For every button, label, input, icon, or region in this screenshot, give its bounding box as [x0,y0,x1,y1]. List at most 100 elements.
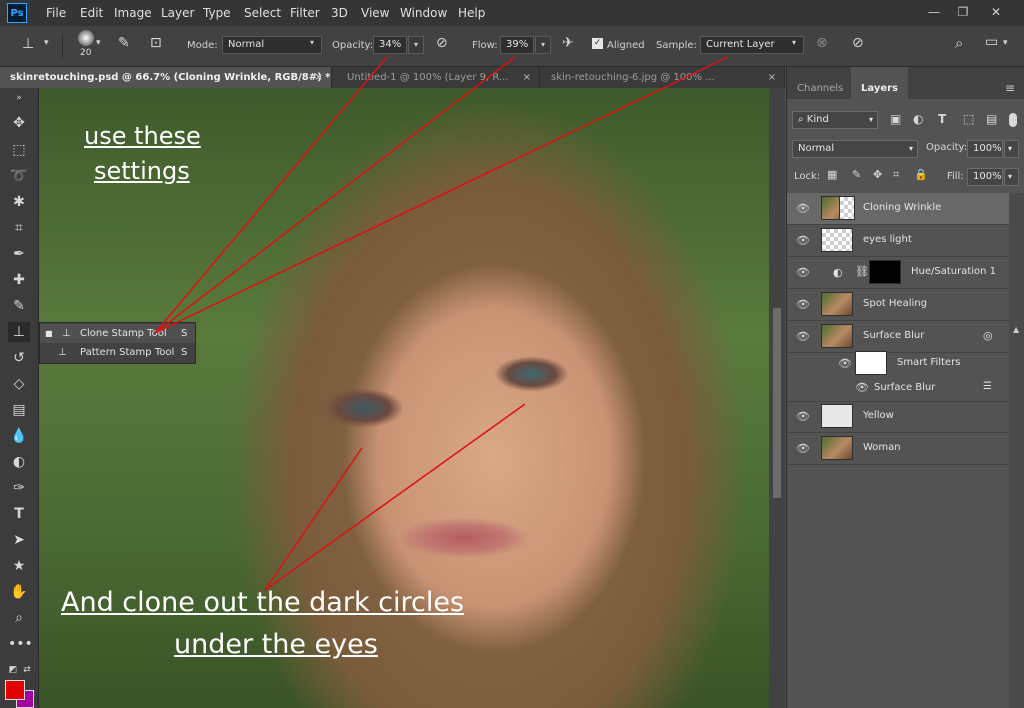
scroll-thumb[interactable] [773,308,781,498]
menu-image[interactable]: Image [114,6,152,20]
tab-channels[interactable]: Channels [787,67,853,99]
tab-skin-retouching-6[interactable]: skin-retouching-6.jpg @ 100% ... × [541,67,785,88]
restore-button[interactable]: ❐ [952,2,974,22]
layer-filter-select[interactable]: ⌕ Kind ▾ [792,111,878,129]
aligned-checkbox[interactable]: ✓ [592,38,603,49]
fill-dropdown[interactable]: ▾ [1004,168,1019,186]
close-button[interactable]: ✕ [985,2,1007,22]
document-canvas[interactable]: use these settings And clone out the dar… [39,88,769,708]
close-icon[interactable]: × [768,67,776,88]
vertical-scrollbar[interactable] [769,88,785,708]
menu-file[interactable]: File [46,6,66,20]
pen-tool-icon[interactable]: ✑ [8,478,30,498]
lock-all-icon[interactable]: 🔒 [914,168,928,181]
layer-row[interactable]: 👁 ◐ ⛓ Hue/Saturation 1 [787,257,1009,289]
menu-select[interactable]: Select [244,6,281,20]
layer-row[interactable]: 👁 Woman [787,433,1009,465]
opacity-dropdown[interactable]: ▾ [1004,140,1019,158]
ignore-adjustment-icon[interactable]: ⊗ [816,35,828,51]
menu-type[interactable]: Type [203,6,231,20]
chevron-down-icon[interactable]: ▾ [44,38,49,48]
clone-source-icon[interactable]: ⊡ [150,35,162,51]
eraser-tool-icon[interactable]: ◇ [8,374,30,394]
chevron-down-icon[interactable]: ▾ [96,38,101,48]
chevron-down-icon[interactable]: ▾ [1003,38,1008,48]
close-icon[interactable]: × [315,67,323,88]
filter-shape-icon[interactable]: ⬚ [963,112,974,126]
visibility-eye-icon[interactable]: 👁 [838,357,852,370]
tab-layers[interactable]: Layers [851,67,908,99]
menu-edit[interactable]: Edit [80,6,103,20]
gradient-tool-icon[interactable]: ▤ [8,400,30,420]
brush-settings-icon[interactable]: ✎ [118,35,130,51]
opacity-input[interactable]: 34% [373,36,407,54]
layer-opacity-input[interactable]: 100% [967,140,1003,158]
zoom-tool-icon[interactable]: ⌕ [8,608,30,628]
brush-tool-icon[interactable]: ✎ [8,296,30,316]
collapse-icon[interactable]: » [8,88,30,108]
marquee-tool-icon[interactable]: ⬚ [8,140,30,160]
mode-select[interactable]: Normal [222,36,322,54]
smart-filter-row[interactable]: 👁 Surface Blur ☰ [787,377,1009,402]
flow-dropdown[interactable]: ▾ [535,36,551,54]
lock-pixels-icon[interactable]: ✎ [852,168,861,181]
quick-selection-tool-icon[interactable]: ✱ [8,192,30,212]
hand-tool-icon[interactable]: ✋ [8,582,30,602]
tab-untitled-1[interactable]: Untitled-1 @ 100% (Layer 9, R... × [337,67,540,88]
menu-3d[interactable]: 3D [331,6,348,20]
menu-help[interactable]: Help [458,6,485,20]
filter-toggle[interactable] [1009,113,1017,127]
pressure-size-icon[interactable]: ⊘ [852,35,864,51]
filter-options-icon[interactable]: ☰ [983,381,992,392]
visibility-eye-icon[interactable]: 👁 [796,410,810,423]
link-icon[interactable]: ⛓ [855,265,869,278]
lasso-tool-icon[interactable]: ➰ [8,166,30,186]
menu-layer[interactable]: Layer [161,6,194,20]
close-icon[interactable]: × [523,67,531,88]
dodge-tool-icon[interactable]: ◐ [8,452,30,472]
history-brush-tool-icon[interactable]: ↺ [8,348,30,368]
visibility-eye-icon[interactable]: 👁 [796,330,810,343]
layer-row[interactable]: 👁 eyes light [787,225,1009,257]
more-tools-icon[interactable]: ••• [8,634,33,654]
layer-row[interactable]: 👁 Surface Blur ◎ [787,321,1009,353]
blend-mode-select[interactable]: Normal ▾ [792,140,918,158]
layer-row[interactable]: 👁 Yellow [787,401,1009,433]
panel-menu-icon[interactable]: ≡ [1005,81,1015,95]
clone-stamp-tool-preset-icon[interactable]: ⊥ [22,36,34,52]
search-icon[interactable]: ⌕ [955,34,963,52]
visibility-eye-icon[interactable]: 👁 [796,298,810,311]
tab-skinretouching[interactable]: skinretouching.psd @ 66.7% (Cloning Wrin… [0,67,332,88]
lock-transparent-icon[interactable]: ▦ [827,168,837,181]
brush-preset-icon[interactable] [78,30,94,46]
layer-row[interactable]: 👁 Spot Healing [787,289,1009,321]
healing-brush-tool-icon[interactable]: ✚ [8,270,30,290]
airbrush-icon[interactable]: ✈ [562,35,574,51]
flow-input[interactable]: 39% [500,36,534,54]
lock-artboard-icon[interactable]: ⌗ [893,168,899,182]
workspace-icon[interactable]: ▭ [985,34,998,50]
swap-colors-icon[interactable]: ⇄ [16,660,38,680]
minimize-button[interactable]: — [923,2,945,22]
clone-stamp-tool-icon[interactable]: ⊥ [8,322,30,342]
crop-tool-icon[interactable]: ⌗ [8,218,30,238]
clone-stamp-tool-item[interactable]: ■ ⊥ Clone Stamp Tool S [40,324,195,343]
pattern-stamp-tool-item[interactable]: ⊥ Pattern Stamp Tool S [40,343,195,362]
visibility-eye-icon[interactable]: 👁 [796,266,810,279]
layers-scrollbar[interactable]: ▲ [1009,193,1024,708]
sample-select[interactable]: Current Layer [700,36,804,54]
eyedropper-tool-icon[interactable]: ✒ [8,244,30,264]
visibility-eye-icon[interactable]: 👁 [855,381,869,394]
scroll-up-icon[interactable]: ▲ [1013,325,1019,334]
shape-tool-icon[interactable]: ★ [8,556,30,576]
fill-input[interactable]: 100% [967,168,1003,186]
filter-adjustment-icon[interactable]: ◐ [913,112,923,126]
visibility-eye-icon[interactable]: 👁 [796,442,810,455]
pressure-opacity-icon[interactable]: ⊘ [436,35,448,51]
path-selection-tool-icon[interactable]: ➤ [8,530,30,550]
menu-filter[interactable]: Filter [290,6,320,20]
opacity-dropdown[interactable]: ▾ [408,36,424,54]
filter-type-icon[interactable]: T [938,112,946,126]
menu-window[interactable]: Window [400,6,447,20]
foreground-color-swatch[interactable] [5,680,25,700]
